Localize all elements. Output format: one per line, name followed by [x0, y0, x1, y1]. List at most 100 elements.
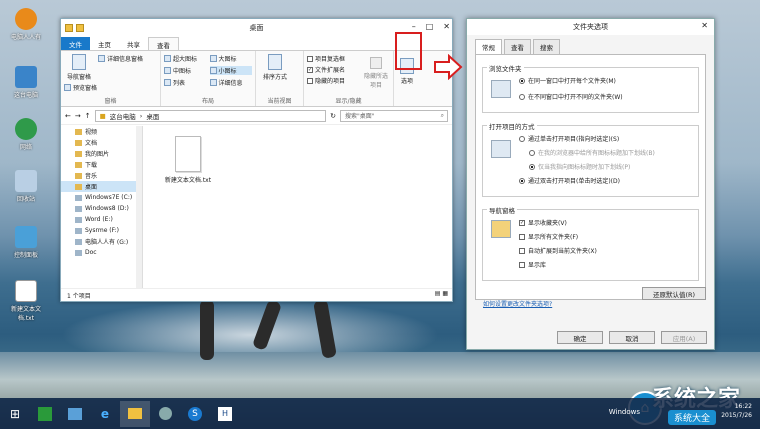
tab-share[interactable]: 共享 — [119, 37, 148, 50]
back-icon[interactable]: ← — [65, 112, 71, 120]
layout-details[interactable]: 详细信息 — [209, 78, 253, 87]
hide-selected-button[interactable]: 隐藏所选项目 — [362, 57, 390, 89]
tab-home[interactable]: 主页 — [90, 37, 119, 50]
nav-item-drive-e[interactable]: Word (E:) — [61, 214, 142, 225]
desktop-icon-brand[interactable]: 电脑人人有 — [4, 8, 48, 41]
nav-item-desktop[interactable]: 桌面 — [61, 181, 142, 192]
double-click-option[interactable]: 通过双击打开项目(单击时选定)(D) — [519, 176, 620, 185]
nav-scrollbar[interactable] — [136, 126, 142, 289]
single-click-option[interactable]: 通过单击打开项目(指向时选定)(S) — [519, 134, 619, 143]
underline-hover-option[interactable]: 仅当我指向图标标题时加下划线(P) — [529, 162, 630, 171]
browse-folders-group: 浏览文件夹 在同一窗口中打开每个文件夹(M) 在不同窗口中打开不同的文件夹(W) — [482, 63, 699, 113]
layout-medium[interactable]: 中图标 — [164, 66, 207, 75]
recycle-bin-icon — [15, 170, 37, 192]
folder-icon — [75, 128, 82, 135]
desktop-icon-network[interactable]: 网络 — [4, 118, 48, 151]
checkbox[interactable] — [519, 233, 525, 240]
taskbar-app-s[interactable]: S — [180, 401, 210, 427]
taskbar-app-ie[interactable]: e — [90, 401, 120, 427]
media-icon — [158, 407, 172, 420]
taskbar-app-computer[interactable] — [60, 401, 90, 427]
radio[interactable] — [519, 135, 525, 142]
taskbar-app-explorer[interactable] — [120, 400, 150, 427]
restore-defaults-button[interactable]: 还原默认值(R) — [642, 287, 706, 300]
checkbox[interactable] — [519, 261, 525, 268]
refresh-icon[interactable]: ↻ — [330, 112, 336, 120]
expand-to-folder-option[interactable]: 自动扩展到当前文件夹(X) — [519, 246, 597, 255]
address-bar[interactable]: ■ 这台电脑 › 桌面 — [94, 109, 327, 122]
nav-item-drive-g[interactable]: 电脑人人有 (G:) — [61, 236, 142, 247]
radio[interactable] — [529, 149, 535, 156]
radio-selected[interactable] — [519, 77, 525, 84]
nav-item-videos[interactable]: 视频 — [61, 126, 142, 137]
close-icon[interactable]: ✕ — [443, 22, 450, 31]
details-pane-button[interactable]: 详细信息窗格 — [98, 54, 143, 63]
tab-view[interactable]: 查看 — [504, 39, 531, 54]
sort-by-button[interactable]: 排序方式 — [259, 54, 291, 81]
breadcrumb-computer[interactable]: 这台电脑 — [110, 111, 136, 121]
system-tray[interactable]: 16:22 2015/7/26 — [721, 402, 752, 420]
browse-same-window[interactable]: 在同一窗口中打开每个文件夹(M) — [519, 76, 616, 85]
apply-button[interactable]: 应用(A) — [661, 331, 707, 344]
browse-illustration-icon — [491, 80, 511, 98]
tab-general[interactable]: 常规 — [475, 39, 502, 54]
nav-item-docs[interactable]: 文档 — [61, 137, 142, 148]
underline-always-option[interactable]: 在我的浏览器中给所有图标标题加下划线(B) — [529, 148, 655, 157]
desktop-icon-recycle[interactable]: 回收站 — [4, 170, 48, 203]
tab-view[interactable]: 查看 — [148, 37, 179, 50]
preview-pane-button[interactable]: 预览窗格 — [64, 83, 97, 92]
taskbar-app-h[interactable]: H — [210, 401, 240, 427]
nav-item-downloads[interactable]: 下载 — [61, 159, 142, 170]
checkbox[interactable] — [307, 77, 313, 84]
desktop-icon-textfile[interactable]: 新建文本文档.txt — [4, 280, 48, 322]
close-icon[interactable]: ✕ — [701, 21, 708, 30]
sort-icon — [268, 54, 282, 70]
browse-new-window[interactable]: 在不同窗口中打开不同的文件夹(W) — [519, 92, 623, 101]
navigation-pane-button[interactable]: 导航窗格 — [64, 54, 94, 81]
desktop-icon-control[interactable]: 控制面板 — [4, 226, 48, 259]
radio-selected[interactable] — [519, 177, 525, 184]
file-item[interactable]: 新建文本文档.txt — [158, 136, 218, 184]
breadcrumb-desktop[interactable]: 桌面 — [146, 111, 159, 121]
taskbar-app-media[interactable] — [150, 401, 180, 427]
group-label: 布局 — [201, 98, 214, 105]
layout-small[interactable]: 小图标 — [209, 66, 252, 75]
nav-item-drive-f[interactable]: Sysrme (F:) — [61, 225, 142, 236]
text-document-icon — [175, 136, 201, 172]
layout-list[interactable]: 列表 — [164, 78, 207, 87]
minimize-icon[interactable]: – — [412, 22, 416, 31]
ok-button[interactable]: 确定 — [557, 331, 603, 344]
radio-selected[interactable] — [529, 163, 535, 170]
search-input[interactable]: 搜索"桌面" ⌕ — [340, 109, 448, 122]
nav-item-drive-d[interactable]: Windows8 (D:) — [61, 203, 142, 214]
radio[interactable] — [519, 93, 525, 100]
drive-icon — [75, 227, 82, 234]
view-toggle-icons[interactable]: ▤ ▦ — [435, 290, 448, 297]
nav-item-pictures[interactable]: 我的图片 — [61, 148, 142, 159]
show-libraries-option[interactable]: 显示库 — [519, 260, 546, 269]
show-all-folders-option[interactable]: 显示所有文件夹(F) — [519, 232, 578, 241]
checkbox[interactable] — [519, 247, 525, 254]
layout-large[interactable]: 大图标 — [209, 54, 253, 63]
taskbar-app-store[interactable] — [30, 401, 60, 427]
show-favorites-option[interactable]: ✓ 显示收藏夹(V) — [519, 218, 567, 227]
nav-pane-icon — [72, 54, 86, 70]
nav-item-doc[interactable]: Doc — [61, 247, 142, 258]
control-panel-icon — [15, 226, 37, 248]
forward-icon[interactable]: → — [75, 112, 81, 120]
nav-item-drive-c[interactable]: Windows7E (C:) — [61, 192, 142, 203]
cancel-button[interactable]: 取消 — [609, 331, 655, 344]
desktop-icon-computer[interactable]: 这台电脑 — [4, 66, 48, 99]
tab-search[interactable]: 搜索 — [533, 39, 560, 54]
start-button[interactable]: ⊞ — [0, 401, 30, 427]
maximize-icon[interactable]: □ — [426, 22, 434, 31]
chevron-right-icon: › — [139, 111, 143, 120]
checkbox[interactable] — [307, 55, 313, 62]
checkbox-checked[interactable]: ✓ — [519, 219, 525, 226]
layout-xlarge[interactable]: 超大图标 — [164, 54, 207, 63]
checkbox-checked[interactable]: ✓ — [307, 66, 313, 73]
tab-file[interactable]: 文件 — [61, 37, 90, 50]
nav-item-music[interactable]: 音乐 — [61, 170, 142, 181]
help-link[interactable]: 如何设置更改文件夹选项? — [483, 299, 552, 308]
up-icon[interactable]: ↑ — [85, 112, 91, 120]
